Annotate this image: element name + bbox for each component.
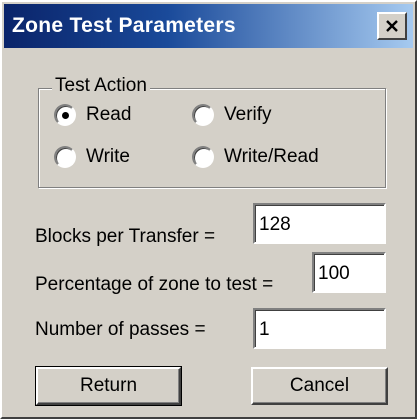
radio-button-verify[interactable]	[192, 104, 214, 126]
dialog-window: Zone Test Parameters Test Action Read Ve…	[0, 0, 417, 419]
radio-write[interactable]: Write	[54, 146, 130, 168]
window-title: Zone Test Parameters	[12, 14, 236, 37]
blocks-per-transfer-label: Blocks per Transfer =	[35, 226, 216, 247]
close-button[interactable]	[377, 12, 407, 40]
radio-label-verify: Verify	[224, 104, 272, 125]
radio-label-write-read: Write/Read	[224, 146, 319, 167]
radio-button-read[interactable]	[54, 104, 76, 126]
blocks-per-transfer-input[interactable]	[253, 203, 386, 244]
radio-button-write[interactable]	[54, 146, 76, 168]
test-action-label: Test Action	[52, 75, 150, 97]
test-action-group	[38, 88, 386, 188]
cancel-button[interactable]: Cancel	[251, 367, 388, 405]
radio-write-read[interactable]: Write/Read	[192, 146, 319, 168]
number-of-passes-input[interactable]	[253, 308, 386, 349]
percentage-of-zone-input[interactable]	[312, 252, 386, 293]
radio-verify[interactable]: Verify	[192, 104, 272, 126]
radio-label-read: Read	[86, 104, 132, 125]
close-icon	[386, 20, 398, 32]
percentage-of-zone-label: Percentage of zone to test =	[35, 274, 274, 295]
radio-button-write-read[interactable]	[192, 146, 214, 168]
radio-read[interactable]: Read	[54, 104, 131, 126]
return-button[interactable]: Return	[35, 366, 182, 406]
radio-label-write: Write	[86, 146, 130, 167]
radio-selected-dot	[62, 112, 69, 119]
title-bar[interactable]: Zone Test Parameters	[4, 4, 413, 48]
number-of-passes-label: Number of passes =	[35, 319, 206, 340]
